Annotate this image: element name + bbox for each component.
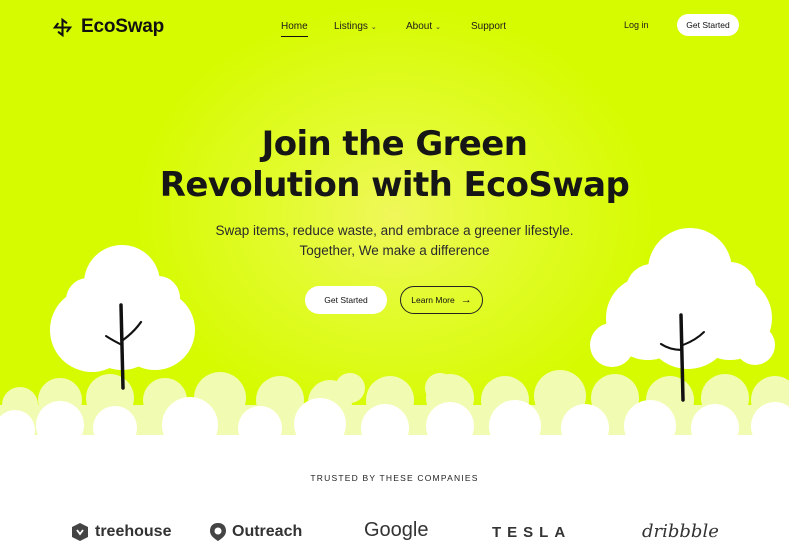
hero-headline-line2: Revolution with EcoSwap bbox=[159, 165, 630, 205]
dribbble-wordmark: dribbble bbox=[642, 521, 719, 542]
nav-listings-label: Listings bbox=[334, 21, 368, 32]
learn-more-label: Learn More bbox=[411, 295, 455, 305]
login-link[interactable]: Log in bbox=[624, 20, 649, 30]
company-logos: treehouse Outreach Google TESLA dribbble bbox=[0, 515, 789, 551]
google-wordmark: Google bbox=[364, 519, 429, 541]
pinwheel-icon bbox=[53, 17, 72, 37]
hero-headline-line1: Join the Green bbox=[261, 124, 528, 164]
nav-about-dropdown[interactable]: About ⌄ bbox=[406, 21, 441, 32]
trusted-heading: TRUSTED BY THESE COMPANIES bbox=[310, 473, 479, 483]
treehouse-wordmark: treehouse bbox=[95, 523, 172, 540]
hero-get-started-button[interactable]: Get Started bbox=[305, 286, 387, 314]
nav-listings-dropdown[interactable]: Listings ⌄ bbox=[334, 21, 377, 32]
treehouse-icon bbox=[72, 523, 88, 541]
outreach-icon bbox=[210, 523, 226, 541]
arrow-right-icon: → bbox=[460, 294, 472, 306]
treehouse-logo: treehouse bbox=[70, 522, 171, 542]
tesla-wordmark: TESLA bbox=[492, 524, 572, 541]
hero-learn-more-button[interactable]: Learn More → bbox=[400, 286, 483, 314]
brand-name: EcoSwap bbox=[81, 16, 165, 37]
left-tree bbox=[50, 245, 195, 390]
outreach-logo: Outreach bbox=[209, 522, 302, 542]
google-logo: Google bbox=[364, 519, 429, 542]
hero-sub-line1: Swap items, reduce waste, and embrace a … bbox=[215, 223, 574, 238]
brand-logo[interactable]: EcoSwap bbox=[53, 16, 164, 38]
nav-get-started-button[interactable]: Get Started bbox=[677, 14, 739, 36]
outreach-wordmark: Outreach bbox=[232, 523, 303, 540]
hero-section: EcoSwap Home Listings ⌄ About ⌄ Support Lo… bbox=[0, 0, 789, 450]
hero-subheadline: Swap items, reduce waste, and embrace a … bbox=[0, 221, 789, 261]
nav-home-label: Home bbox=[281, 21, 308, 32]
nav-support-label: Support bbox=[471, 21, 507, 32]
nav-about-label: About bbox=[406, 21, 433, 32]
nav-support-link[interactable]: Support bbox=[471, 21, 506, 32]
nav-home-link[interactable]: Home bbox=[281, 21, 308, 37]
hero-sub-line2: Together, We make a difference bbox=[299, 243, 490, 258]
tesla-logo: TESLA bbox=[492, 524, 571, 541]
chevron-down-icon: ⌄ bbox=[370, 23, 377, 31]
hero-headline: Join the Green Revolution with EcoSwap bbox=[0, 124, 789, 206]
dribbble-logo: dribbble bbox=[642, 521, 719, 542]
chevron-down-icon: ⌄ bbox=[435, 23, 442, 31]
